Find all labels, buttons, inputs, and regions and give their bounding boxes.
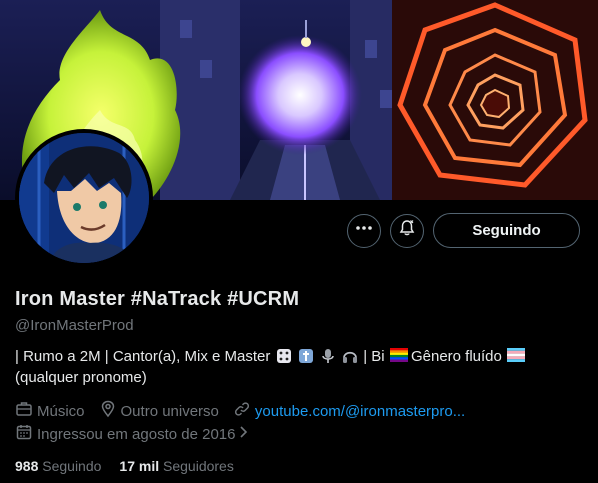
bio-text-b: | Bi xyxy=(363,348,385,365)
location-pin-icon xyxy=(99,400,121,422)
joined-label: Ingressou em agosto de 2016 xyxy=(37,425,236,443)
category-item: Músico xyxy=(15,400,85,422)
profile-meta: Músico Outro universo youtube.com/@ironm… xyxy=(15,400,479,422)
bio-text-a: | Rumo a 2M | Cantor(a), Mix e Master xyxy=(15,348,271,365)
microphone-emoji-icon xyxy=(320,348,336,364)
transgender-flag-emoji-icon xyxy=(507,348,526,364)
following-label: Seguindo xyxy=(42,458,102,474)
link-icon xyxy=(233,400,255,422)
profile-actions: Seguindo xyxy=(347,213,580,248)
following-count: 988 xyxy=(15,458,39,474)
bio-text-c: Gênero fluído xyxy=(410,348,502,365)
profile-avatar[interactable] xyxy=(15,129,153,267)
following-stat[interactable]: 988 Seguindo xyxy=(15,458,101,474)
chevron-right-icon xyxy=(239,425,253,443)
location-label: Outro universo xyxy=(120,402,219,420)
profile-bio: | Rumo a 2M | Cantor(a), Mix e Master | … xyxy=(15,346,580,388)
profile-handle: @IronMasterProd xyxy=(15,317,134,334)
website-link[interactable]: youtube.com/@ironmasterpro... xyxy=(255,403,465,420)
followers-stat[interactable]: 17 mil Seguidores xyxy=(119,458,233,474)
following-button[interactable]: Seguindo xyxy=(433,213,580,248)
follow-stats: 988 Seguindo 17 mil Seguidores xyxy=(15,458,234,474)
followers-label: Seguidores xyxy=(163,458,234,474)
notifications-button[interactable] xyxy=(390,213,424,248)
briefcase-icon xyxy=(15,400,37,422)
location-item: Outro universo xyxy=(99,400,219,422)
category-label: Músico xyxy=(37,402,85,420)
bell-notification-icon xyxy=(398,219,416,242)
bio-text-d: (qualquer pronome) xyxy=(15,369,147,386)
profile-joined: Ingressou em agosto de 2016 xyxy=(15,423,267,445)
headphones-emoji-icon xyxy=(342,348,358,364)
more-horizontal-icon xyxy=(355,219,373,242)
level-slider-emoji-icon xyxy=(298,348,314,364)
joined-item[interactable]: Ingressou em agosto de 2016 xyxy=(15,423,253,445)
rainbow-flag-emoji-icon xyxy=(389,348,408,364)
dice-emoji-icon xyxy=(276,348,292,364)
display-name: Iron Master #NaTrack #UCRM xyxy=(15,288,300,310)
more-button[interactable] xyxy=(347,213,381,248)
followers-count: 17 mil xyxy=(119,458,160,474)
website-item[interactable]: youtube.com/@ironmasterpro... xyxy=(233,400,465,422)
calendar-icon xyxy=(15,423,37,445)
